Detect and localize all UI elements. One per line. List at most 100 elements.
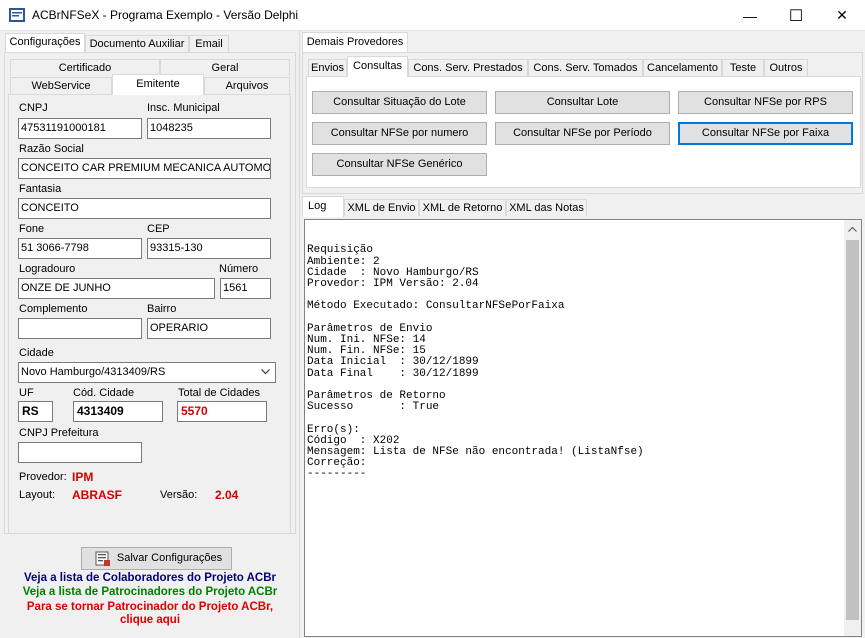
splitter[interactable] xyxy=(299,31,300,638)
cep-label: CEP xyxy=(147,223,170,235)
salvar-configuracoes-button[interactable]: Salvar Configurações xyxy=(81,547,232,570)
log-text: Requisição Ambiente: 2 Cidade : Novo Ham… xyxy=(307,244,644,481)
razao-social-label: Razão Social xyxy=(19,143,84,155)
uf-field[interactable]: RS xyxy=(18,401,53,422)
minimize-button[interactable]: — xyxy=(727,0,773,31)
tab-xml-notas[interactable]: XML das Notas xyxy=(506,199,587,216)
layout-label: Layout: xyxy=(19,489,56,501)
uf-label: UF xyxy=(19,387,34,399)
tab-cancelamento[interactable]: Cancelamento xyxy=(643,59,722,76)
bairro-label: Bairro xyxy=(147,303,177,315)
numero-label: Número xyxy=(219,263,259,275)
tab-label: Geral xyxy=(211,62,239,74)
complemento-field[interactable] xyxy=(18,318,142,339)
cnpj-prefeitura-label: CNPJ Prefeitura xyxy=(19,427,99,439)
tab-label: Emitente xyxy=(136,78,180,90)
consultar-lote-button[interactable]: Consultar Lote xyxy=(495,91,670,114)
tab-label: Cons. Serv. Prestados xyxy=(413,62,523,74)
cidade-select[interactable]: Novo Hamburgo/4313409/RS xyxy=(18,362,276,383)
numero-field[interactable]: 1561 xyxy=(220,278,271,299)
tab-emitente[interactable]: Emitente xyxy=(112,74,204,95)
salvar-label: Salvar Configurações xyxy=(116,552,223,564)
tab-demais-provedores[interactable]: Demais Provedores xyxy=(302,32,408,52)
total-cidades-field[interactable]: 5570 xyxy=(177,401,267,422)
tab-outros[interactable]: Outros xyxy=(764,59,808,76)
consultar-nfse-por-faixa-button[interactable]: Consultar NFSe por Faixa xyxy=(678,122,853,145)
tab-xml-envio[interactable]: XML de Envio xyxy=(344,199,419,216)
razao-social-field[interactable]: CONCEITO CAR PREMIUM MECANICA AUTOMOTIV. xyxy=(18,158,271,179)
logradouro-label: Logradouro xyxy=(19,263,76,275)
cnpj-prefeitura-field[interactable] xyxy=(18,442,142,463)
cep-field[interactable]: 93315-130 xyxy=(147,238,271,259)
tab-label: Log xyxy=(308,200,327,212)
close-button[interactable]: ✕ xyxy=(819,0,865,31)
tornar-patrocinador-link-line2[interactable]: clique aqui xyxy=(4,614,296,626)
tab-configuracoes[interactable]: Configurações xyxy=(5,33,85,52)
tab-email[interactable]: Email xyxy=(189,35,229,52)
minimize-icon: — xyxy=(743,7,757,24)
save-icon xyxy=(95,551,110,566)
maximize-icon: ☐ xyxy=(788,7,804,25)
log-textarea[interactable]: Requisição Ambiente: 2 Cidade : Novo Ham… xyxy=(304,219,862,637)
maximize-button[interactable]: ☐ xyxy=(773,0,819,31)
insc-municipal-field[interactable]: 1048235 xyxy=(147,118,271,139)
consultar-nfse-generico-button[interactable]: Consultar NFSe Genérico xyxy=(312,153,487,176)
fantasia-field[interactable]: CONCEITO xyxy=(18,198,271,219)
cidade-label: Cidade xyxy=(19,347,54,359)
tab-webservice[interactable]: WebService xyxy=(10,77,112,94)
tab-cons-serv-prestados[interactable]: Cons. Serv. Prestados xyxy=(408,59,528,76)
title-bar: ACBrNFSeX - Programa Exemplo - Versão De… xyxy=(0,0,865,31)
patrocinadores-link[interactable]: Veja a lista de Patrocinadores do Projet… xyxy=(4,586,296,598)
tab-label: Documento Auxiliar xyxy=(89,38,185,50)
tab-label: Certificado xyxy=(58,62,112,74)
total-cidades-label: Total de Cidades xyxy=(178,387,260,399)
cnpj-label: CNPJ xyxy=(19,102,48,114)
tab-cons-serv-tomados[interactable]: Cons. Serv. Tomados xyxy=(528,59,643,76)
window-title: ACBrNFSeX - Programa Exemplo - Versão De… xyxy=(32,8,299,22)
cod-cidade-field[interactable]: 4313409 xyxy=(73,401,163,422)
tab-label: Teste xyxy=(729,62,757,74)
close-icon: ✕ xyxy=(836,7,848,23)
cidade-value: Novo Hamburgo/4313409/RS xyxy=(21,366,166,378)
tab-xml-retorno[interactable]: XML de Retorno xyxy=(419,199,506,216)
fantasia-label: Fantasia xyxy=(19,183,62,195)
tab-label: Email xyxy=(195,38,223,50)
tab-teste[interactable]: Teste xyxy=(722,59,764,76)
tab-label: XML de Envio xyxy=(347,202,416,214)
provedor-value: IPM xyxy=(72,470,94,484)
log-scrollbar[interactable] xyxy=(844,220,861,636)
consultar-nfse-por-periodo-button[interactable]: Consultar NFSe por Período xyxy=(495,122,670,145)
tab-label: Cancelamento xyxy=(647,62,718,74)
cnpj-field[interactable]: 47531191000181 xyxy=(18,118,142,139)
tab-label: Envios xyxy=(310,62,345,74)
fone-field[interactable]: 51 3066-7798 xyxy=(18,238,142,259)
consultar-nfse-por-rps-button[interactable]: Consultar NFSe por RPS xyxy=(678,91,853,114)
tab-label: Configurações xyxy=(9,36,81,48)
bairro-field[interactable]: OPERARIO xyxy=(147,318,271,339)
tab-envios[interactable]: Envios xyxy=(308,59,347,76)
tornar-patrocinador-link-line1[interactable]: Para se tornar Patrocinador do Projeto A… xyxy=(4,601,296,613)
tab-label: XML de Retorno xyxy=(422,202,503,214)
chevron-down-icon[interactable] xyxy=(261,369,270,375)
consultar-nfse-por-numero-button[interactable]: Consultar NFSe por numero xyxy=(312,122,487,145)
app-icon xyxy=(9,8,25,22)
scroll-thumb[interactable] xyxy=(846,240,859,620)
tab-label: Arquivos xyxy=(225,80,269,92)
tab-label: Cons. Serv. Tomados xyxy=(533,62,638,74)
layout-value: ABRASF xyxy=(72,488,122,502)
tab-consultas[interactable]: Consultas xyxy=(347,56,408,77)
colaboradores-link[interactable]: Veja a lista de Colaboradores do Projeto… xyxy=(4,572,296,584)
tab-documento-auxiliar[interactable]: Documento Auxiliar xyxy=(85,35,189,52)
cod-cidade-label: Cód. Cidade xyxy=(73,387,135,399)
tab-log[interactable]: Log xyxy=(302,196,344,217)
tab-label: WebService xyxy=(31,80,91,92)
tab-arquivos[interactable]: Arquivos xyxy=(204,77,290,94)
tab-label: Outros xyxy=(769,62,803,74)
logradouro-field[interactable]: ONZE DE JUNHO xyxy=(18,278,215,299)
versao-value: 2.04 xyxy=(215,488,239,502)
provedor-label: Provedor: xyxy=(19,471,67,483)
tab-label: Demais Provedores xyxy=(306,36,404,48)
scroll-up-icon[interactable] xyxy=(848,226,857,232)
consultar-situacao-lote-button[interactable]: Consultar Situação do Lote xyxy=(312,91,487,114)
versao-label: Versão: xyxy=(160,489,198,501)
